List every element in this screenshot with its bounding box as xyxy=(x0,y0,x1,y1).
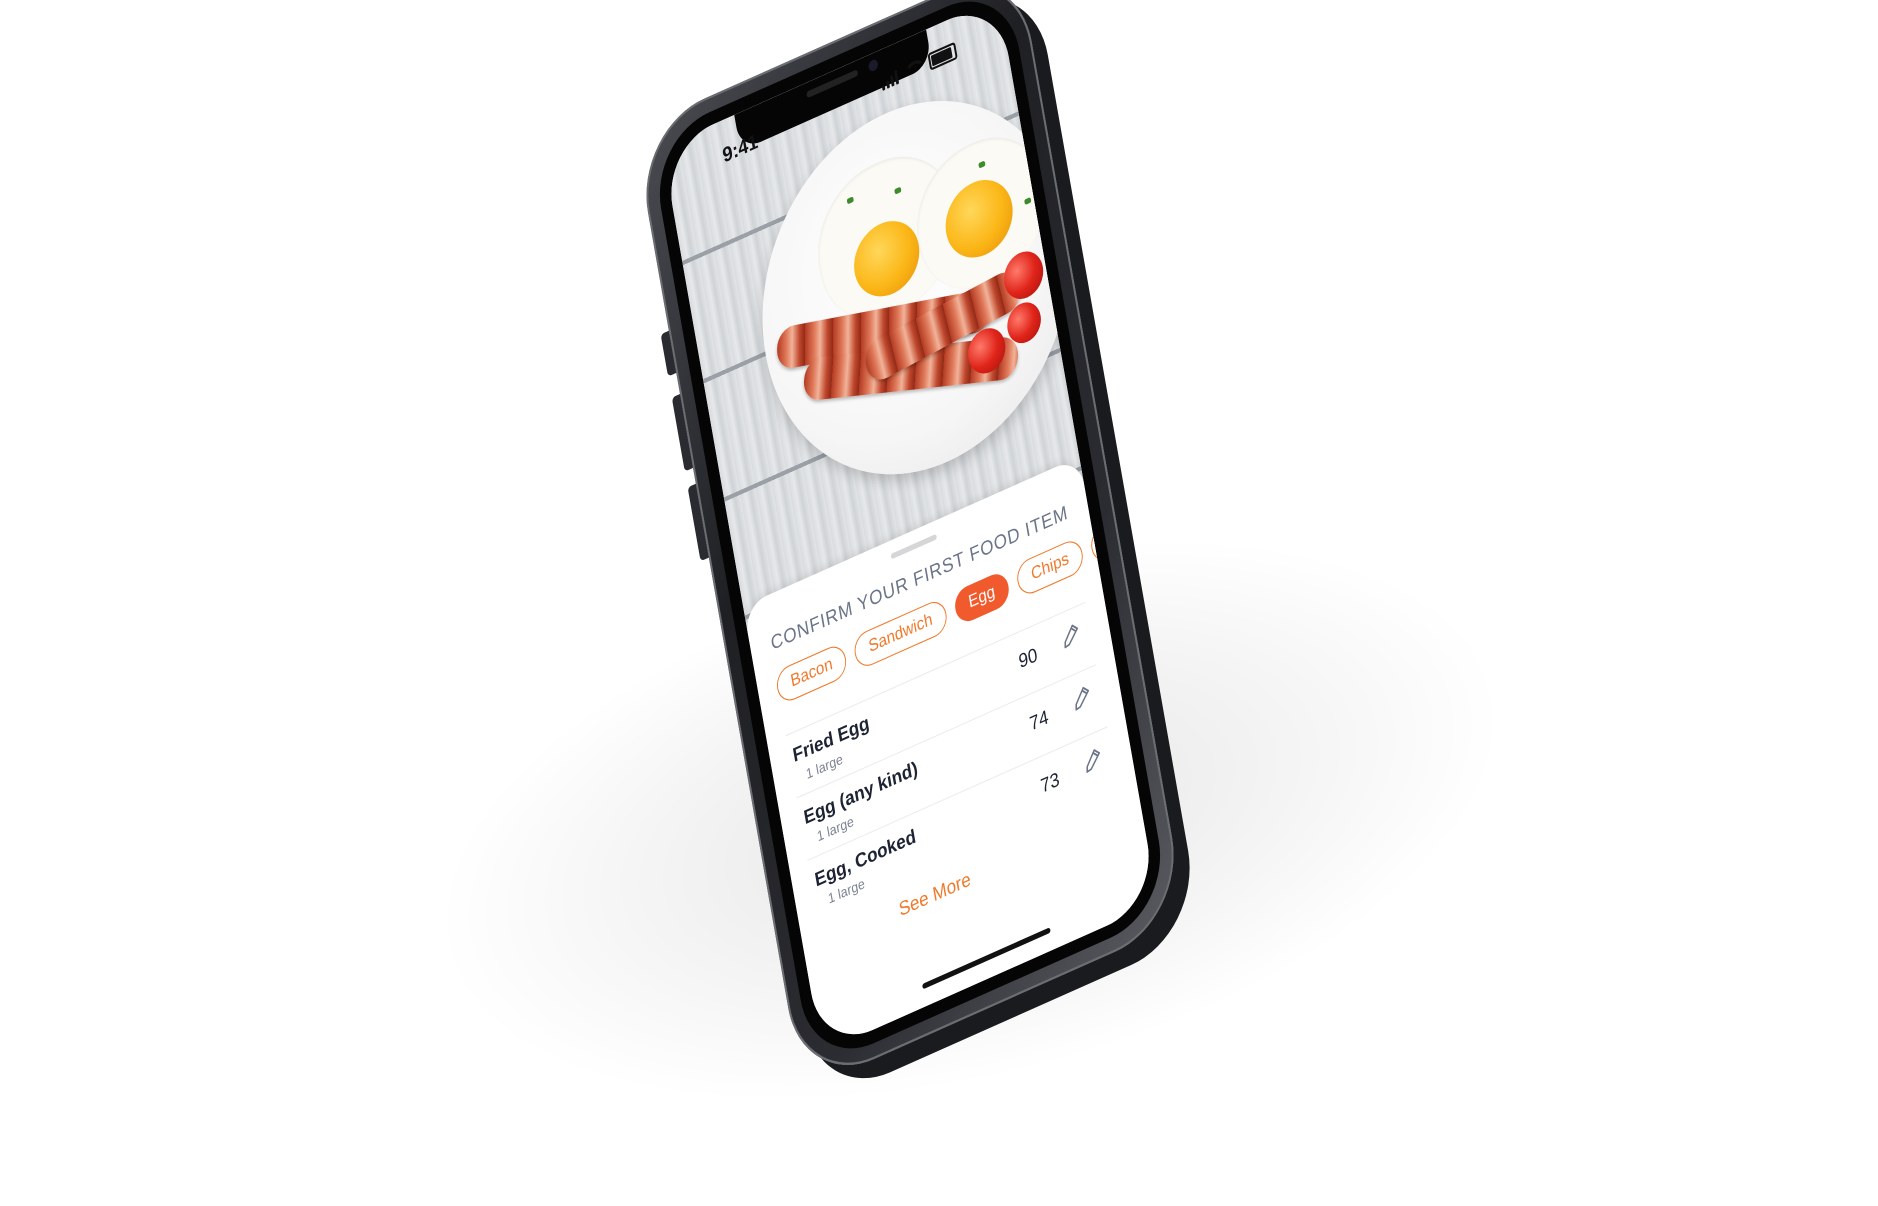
mute-switch xyxy=(660,330,677,377)
chip-egg[interactable]: Egg xyxy=(952,568,1012,627)
volume-up-button xyxy=(671,394,694,472)
pencil-icon[interactable] xyxy=(1058,620,1082,652)
food-calories: 74 xyxy=(1027,705,1051,735)
chip-bacon[interactable]: Bacon xyxy=(774,641,850,706)
front-camera xyxy=(867,58,879,73)
food-calories: 73 xyxy=(1038,767,1061,798)
sheet-grabber[interactable] xyxy=(890,533,938,560)
food-calories: 90 xyxy=(1017,643,1040,673)
pencil-icon[interactable] xyxy=(1080,744,1104,776)
volume-down-button xyxy=(687,483,709,562)
chip-chips[interactable]: Chips xyxy=(1014,536,1086,599)
pencil-icon[interactable] xyxy=(1069,682,1093,714)
